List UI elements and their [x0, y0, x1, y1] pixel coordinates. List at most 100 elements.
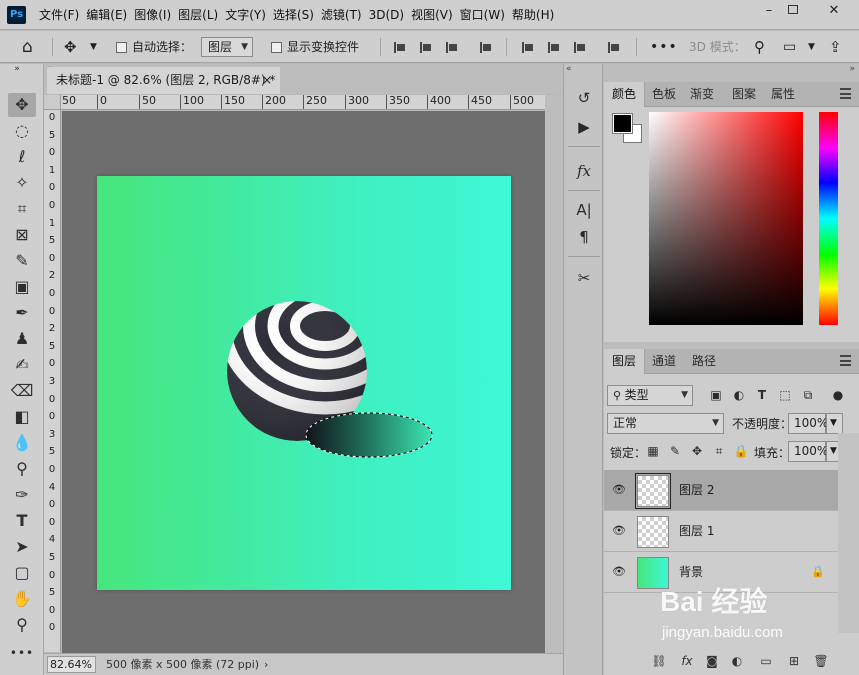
path-selection-tool-icon[interactable]: ➤: [8, 535, 36, 559]
brush-tool-icon[interactable]: ✒: [8, 301, 36, 325]
layer-filter-dropdown[interactable]: ⚲ 类型 ▼: [607, 385, 693, 406]
gradient-tool-icon[interactable]: ◧: [8, 405, 36, 429]
actions-play-icon[interactable]: ▶: [570, 115, 598, 139]
menu-edit[interactable]: 编辑(E): [83, 0, 130, 30]
paragraph-icon[interactable]: ¶: [570, 225, 598, 249]
hue-slider[interactable]: [819, 112, 838, 325]
dodge-tool-icon[interactable]: ⚲: [8, 457, 36, 481]
distribute-vertical-icon[interactable]: [608, 42, 620, 53]
blur-tool-icon[interactable]: 💧: [8, 431, 36, 455]
visibility-eye-icon[interactable]: 👁: [612, 524, 626, 538]
align-bottom-icon[interactable]: [574, 42, 586, 53]
lock-position-icon[interactable]: ✥: [689, 441, 705, 461]
menu-help[interactable]: 帮助(H): [509, 0, 557, 30]
tab-swatches[interactable]: 色板: [644, 82, 684, 107]
crop-tool-icon[interactable]: ⌗: [8, 197, 36, 221]
search-icon[interactable]: ⚲: [754, 31, 765, 63]
blend-mode-dropdown[interactable]: 正常 ▼: [607, 413, 724, 434]
rectangle-tool-icon[interactable]: ▢: [8, 561, 36, 585]
filter-type-icon[interactable]: T: [754, 385, 770, 405]
tab-gradients[interactable]: 渐变: [682, 82, 722, 107]
tool-presets-icon[interactable]: ✂: [570, 266, 598, 290]
filter-adjustment-icon[interactable]: ◐: [731, 385, 747, 405]
close-window-button[interactable]: ✕: [814, 1, 854, 21]
tab-patterns[interactable]: 图案: [724, 82, 764, 107]
panel-menu-icon[interactable]: [840, 355, 851, 366]
horizontal-ruler[interactable]: 50 0 50 100 150 200 250 300 350 400 450 …: [61, 95, 545, 110]
layer-row-layer2[interactable]: 👁 图层 2: [604, 470, 838, 511]
show-transform-checkbox[interactable]: [271, 31, 287, 63]
layers-scrollbar[interactable]: [838, 433, 859, 633]
history-brush-tool-icon[interactable]: ✍: [8, 353, 36, 377]
canvas-area[interactable]: [62, 111, 545, 654]
align-horizontal-center-icon[interactable]: [420, 42, 432, 53]
chevron-down-icon[interactable]: ▼: [90, 31, 97, 63]
panel-menu-icon[interactable]: [840, 88, 851, 99]
menu-3d[interactable]: 3D(D): [366, 0, 407, 30]
align-top-icon[interactable]: [522, 42, 534, 53]
tab-layers[interactable]: 图层: [604, 349, 646, 374]
hand-tool-icon[interactable]: ✋: [8, 587, 36, 611]
eraser-tool-icon[interactable]: ⌫: [8, 379, 36, 403]
opacity-field[interactable]: 100%: [788, 413, 828, 434]
ruler-origin[interactable]: [44, 95, 61, 110]
healing-brush-tool-icon[interactable]: ▣: [8, 275, 36, 299]
foreground-color-swatch[interactable]: [612, 113, 633, 134]
collapse-icon[interactable]: »: [3, 64, 31, 76]
tab-properties[interactable]: 属性: [763, 82, 803, 107]
menu-layer[interactable]: 图层(L): [175, 0, 221, 30]
history-icon[interactable]: ↺: [570, 86, 598, 110]
share-icon[interactable]: ⇪: [829, 31, 842, 63]
align-vertical-center-icon[interactable]: [548, 42, 560, 53]
layer-row-layer1[interactable]: 👁 图层 1: [604, 511, 838, 552]
collapse-icon[interactable]: «: [566, 64, 572, 74]
more-options-icon[interactable]: •••: [650, 31, 678, 63]
document-tab[interactable]: 未标题-1 @ 82.6% (图层 2, RGB/8#) * ×: [47, 67, 280, 94]
zoom-field[interactable]: 82.64%: [47, 656, 96, 673]
character-icon[interactable]: A|: [570, 198, 598, 222]
lasso-tool-icon[interactable]: ℓ: [8, 145, 36, 169]
fill-field[interactable]: 100%: [788, 441, 828, 462]
magic-wand-tool-icon[interactable]: ✧: [8, 171, 36, 195]
frame-tool-icon[interactable]: ⊠: [8, 223, 36, 247]
menu-type[interactable]: 文字(Y): [222, 0, 269, 30]
lock-transparent-icon[interactable]: ▦: [645, 441, 661, 461]
visibility-eye-icon[interactable]: 👁: [612, 565, 626, 579]
clone-stamp-tool-icon[interactable]: ♟: [8, 327, 36, 351]
chevron-right-icon[interactable]: ›: [264, 654, 268, 675]
filter-toggle-icon[interactable]: ●: [830, 385, 846, 405]
filter-pixel-icon[interactable]: ▣: [708, 385, 724, 405]
maximize-button[interactable]: [778, 1, 808, 21]
home-icon[interactable]: ⌂: [22, 31, 33, 63]
more-tools-icon[interactable]: •••: [8, 641, 36, 665]
collapse-icon[interactable]: »: [849, 64, 855, 74]
zoom-tool-icon[interactable]: ⚲: [8, 613, 36, 637]
type-tool-icon[interactable]: T: [8, 509, 36, 533]
align-right-icon[interactable]: [446, 42, 458, 53]
eyedropper-tool-icon[interactable]: ✎: [8, 249, 36, 273]
menu-window[interactable]: 窗口(W): [457, 0, 508, 30]
menu-file[interactable]: 文件(F): [36, 0, 82, 30]
color-picker-field[interactable]: [649, 112, 803, 325]
move-tool-icon[interactable]: ✥: [8, 93, 36, 117]
workspace-icon[interactable]: ▭: [783, 31, 796, 63]
chevron-down-icon[interactable]: ▼: [808, 31, 815, 63]
lock-all-icon[interactable]: 🔒: [733, 441, 749, 461]
auto-select-checkbox[interactable]: [116, 31, 132, 63]
menu-select[interactable]: 选择(S): [270, 0, 317, 30]
menu-view[interactable]: 视图(V): [408, 0, 456, 30]
tab-paths[interactable]: 路径: [684, 349, 724, 374]
auto-select-target-dropdown[interactable]: 图层 ▼: [201, 37, 253, 57]
lock-image-icon[interactable]: ✎: [667, 441, 683, 461]
menu-image[interactable]: 图像(I): [131, 0, 174, 30]
tab-channels[interactable]: 通道: [644, 349, 684, 374]
pen-tool-icon[interactable]: ✑: [8, 483, 36, 507]
lock-artboard-icon[interactable]: ⌗: [711, 441, 727, 461]
filter-smart-object-icon[interactable]: ⧉: [800, 385, 816, 405]
filter-shape-icon[interactable]: ⬚: [777, 385, 793, 405]
document-canvas[interactable]: [97, 176, 511, 590]
align-left-icon[interactable]: [394, 42, 406, 53]
menu-filter[interactable]: 滤镜(T): [318, 0, 365, 30]
distribute-icon[interactable]: [480, 42, 492, 53]
styles-fx-icon[interactable]: fx: [570, 159, 598, 183]
